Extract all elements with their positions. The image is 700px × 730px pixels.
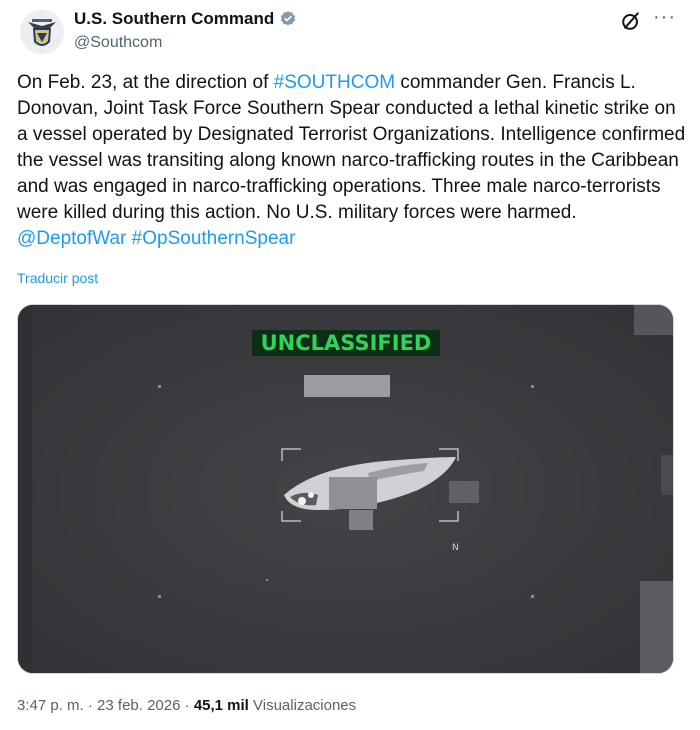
redaction-block bbox=[304, 375, 390, 397]
post-date[interactable]: 23 feb. 2026 bbox=[97, 697, 180, 714]
author-row: U.S. Southern Command bbox=[74, 9, 297, 29]
separator: · bbox=[83, 697, 98, 714]
more-options-icon[interactable]: ··· bbox=[653, 6, 676, 29]
hashtag-opsouthernspear[interactable]: #OpSouthernSpear bbox=[132, 228, 296, 249]
avatar[interactable] bbox=[20, 10, 64, 54]
hashtag-southcom[interactable]: #SOUTHCOM bbox=[274, 72, 395, 93]
post-time[interactable]: 3:47 p. m. bbox=[17, 697, 84, 714]
author-handle[interactable]: @Southcom bbox=[74, 34, 162, 52]
translate-post-link[interactable]: Traducir post bbox=[17, 270, 98, 286]
post-text-part: commander Gen. Francis L. Donovan, Joint… bbox=[17, 72, 686, 223]
redaction-block bbox=[329, 477, 377, 509]
mention-deptofwar[interactable]: @DeptofWar bbox=[17, 228, 126, 249]
redaction-block bbox=[349, 510, 373, 530]
post-metrics: 3:47 p. m. · 23 feb. 2026 · 45,1 mil Vis… bbox=[17, 697, 356, 714]
classification-banner: UNCLASSIFIED bbox=[252, 330, 440, 356]
redaction-block bbox=[449, 481, 479, 503]
post-text: On Feb. 23, at the direction of #SOUTHCO… bbox=[17, 70, 687, 252]
author-name[interactable]: U.S. Southern Command bbox=[74, 9, 274, 29]
views-count: 45,1 mil bbox=[193, 697, 249, 714]
grok-icon[interactable] bbox=[620, 10, 642, 37]
post-text-part: On Feb. 23, at the direction of bbox=[17, 72, 274, 93]
southcom-emblem-icon bbox=[20, 10, 64, 54]
verified-badge-icon[interactable] bbox=[279, 10, 297, 28]
north-indicator: N bbox=[452, 543, 459, 553]
views-label: Visualizaciones bbox=[248, 697, 357, 714]
video-media[interactable]: UNCLASSIFIED N bbox=[17, 304, 674, 674]
separator: · bbox=[180, 697, 194, 714]
